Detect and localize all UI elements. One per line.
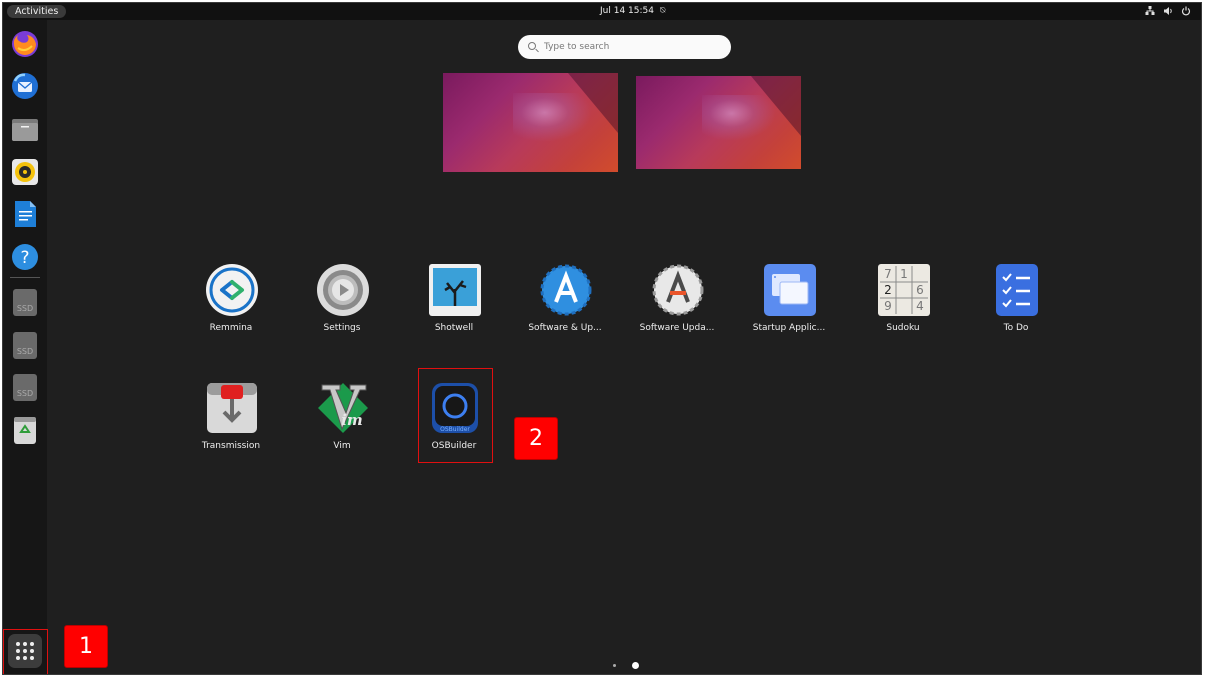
software-store-icon (539, 263, 593, 317)
app-label: Settings (323, 323, 361, 333)
app-label: Startup Applic... (752, 323, 826, 333)
shotwell-icon (428, 263, 482, 317)
notifications-muted-icon: ⍉ (660, 6, 666, 16)
workspace-thumbnail-1[interactable] (443, 73, 618, 172)
writer-icon[interactable] (10, 199, 40, 229)
app-software-updates-settings[interactable]: Software & Up... (517, 263, 613, 353)
todo-checklist-icon (990, 263, 1044, 317)
ssd-drive-label: SSD (17, 347, 33, 356)
search-input[interactable] (544, 39, 724, 55)
app-shotwell[interactable]: Shotwell (406, 263, 502, 353)
sudoku-digit: 1 (900, 267, 908, 281)
files-icon[interactable] (10, 114, 40, 144)
thunderbird-icon[interactable] (10, 71, 40, 101)
app-label: Software Upda... (639, 323, 715, 333)
wallpaper-image (443, 73, 618, 172)
software-updater-icon (651, 263, 705, 317)
trash-icon[interactable] (10, 415, 40, 445)
annotation-badge-1: 1 (64, 625, 108, 668)
rhythmbox-icon[interactable] (10, 157, 40, 187)
app-label: Remmina (209, 323, 253, 333)
ssd-drive-icon[interactable]: SSD (10, 287, 40, 317)
app-software-updater[interactable]: Software Upda... (629, 263, 725, 353)
highlight-box-2 (418, 368, 493, 463)
app-label: Shotwell (434, 323, 474, 333)
app-label: To Do (1003, 323, 1029, 333)
page-dot[interactable] (613, 664, 616, 667)
page-indicator (610, 662, 640, 670)
app-label: Vim (333, 441, 351, 451)
sudoku-digit: 6 (916, 283, 924, 297)
system-tray[interactable] (1145, 5, 1191, 17)
app-label: Sudoku (886, 323, 920, 333)
app-to-do[interactable]: To Do (968, 263, 1064, 353)
dock: ? SSD SSD SSD (3, 20, 47, 674)
ssd-drive-icon[interactable]: SSD (10, 330, 40, 360)
wallpaper-image (636, 76, 801, 169)
vim-icon-text: im (341, 411, 363, 429)
workspace-thumbnail-2[interactable] (636, 76, 801, 169)
top-bar: Activities Jul 14 15:54 ⍉ (3, 3, 1201, 20)
sudoku-digit: 9 (884, 299, 892, 313)
sudoku-digit: 4 (916, 299, 924, 313)
network-icon[interactable] (1145, 5, 1155, 17)
sudoku-digit: 7 (884, 267, 892, 281)
highlight-box-1 (3, 629, 48, 674)
vim-icon: im (316, 381, 370, 435)
clock[interactable]: Jul 14 15:54 (600, 5, 654, 18)
volume-icon[interactable] (1163, 5, 1173, 17)
ssd-drive-label: SSD (17, 389, 33, 398)
app-sudoku[interactable]: 712 6 9 4 Sudoku (855, 263, 951, 353)
sudoku-digit: 2 (884, 283, 892, 297)
ssd-drive-icon[interactable]: SSD (10, 372, 40, 402)
app-remmina[interactable]: Remmina (183, 263, 279, 353)
help-icon[interactable]: ? (10, 242, 40, 272)
search-icon (528, 42, 536, 50)
svg-text:?: ? (20, 248, 29, 268)
remmina-icon (205, 263, 259, 317)
dock-separator (10, 277, 40, 278)
startup-applications-icon (763, 263, 817, 317)
page-dot-active[interactable] (632, 662, 639, 669)
app-label: Transmission (201, 441, 261, 451)
annotation-badge-2: 2 (514, 417, 558, 460)
transmission-icon (205, 381, 259, 435)
app-transmission[interactable]: Transmission (183, 381, 279, 471)
search-bar[interactable] (518, 35, 731, 59)
app-label: Software & Up... (528, 323, 602, 333)
app-settings[interactable]: Settings (294, 263, 390, 353)
sudoku-icon: 712 6 9 4 (877, 263, 931, 317)
desktop-frame: Activities Jul 14 15:54 ⍉ ? SSD SSD SSD … (2, 2, 1202, 675)
firefox-icon[interactable] (10, 29, 40, 59)
activities-button[interactable]: Activities (7, 5, 67, 18)
ssd-drive-label: SSD (17, 304, 33, 313)
power-icon[interactable] (1181, 5, 1191, 17)
app-vim[interactable]: im Vim (294, 381, 390, 471)
settings-gear-icon (316, 263, 370, 317)
app-startup-applications[interactable]: Startup Applic... (741, 263, 837, 353)
